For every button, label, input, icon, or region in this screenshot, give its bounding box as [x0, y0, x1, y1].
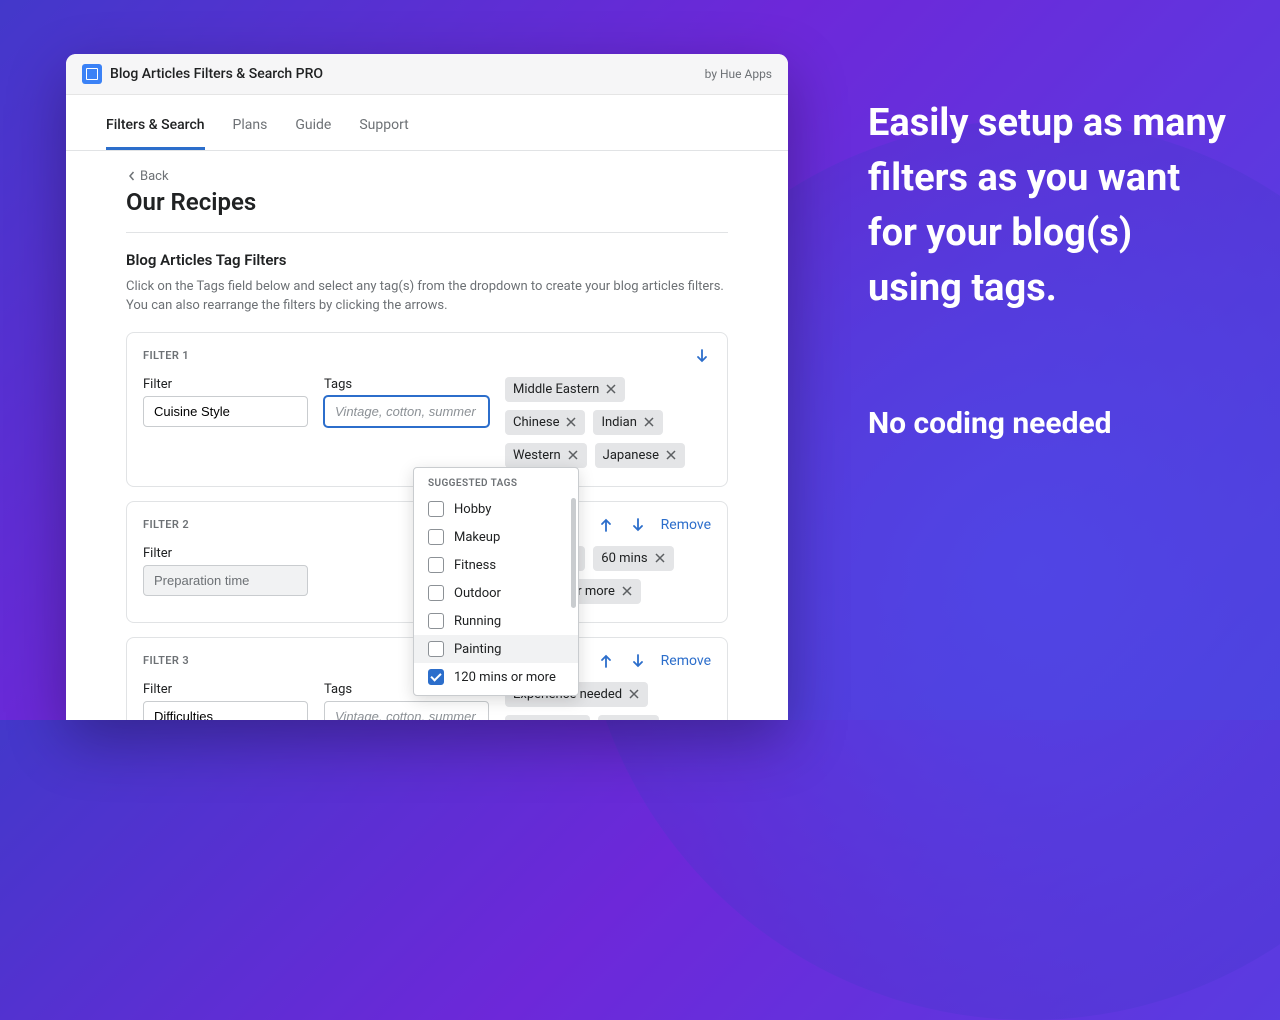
suggestion-item[interactable]: Running [414, 607, 578, 635]
close-icon[interactable] [628, 688, 640, 700]
filter-name-input[interactable] [143, 565, 308, 596]
tab-filters-search[interactable]: Filters & Search [106, 103, 205, 150]
arrow-up-icon [598, 653, 614, 669]
move-up-button[interactable] [597, 652, 615, 670]
app-author: by Hue Apps [705, 67, 772, 81]
suggestion-item[interactable]: Makeup [414, 523, 578, 551]
checkbox-icon [428, 529, 444, 545]
filter-card-label: FILTER 2 [143, 518, 189, 531]
filter-card-label: FILTER 3 [143, 654, 189, 667]
checkbox-checked-icon [428, 669, 444, 685]
tags-input[interactable] [324, 701, 489, 721]
tabs: Filters & Search Plans Guide Support [66, 103, 788, 151]
tag-chip: Chinese [505, 410, 585, 435]
suggestion-item[interactable]: 120 mins or more [414, 663, 578, 691]
tag-chip: Indian [593, 410, 662, 435]
move-down-button[interactable] [629, 516, 647, 534]
marketing-headline: Easily setup as many filters as you want… [868, 96, 1228, 316]
remove-filter-link[interactable]: Remove [661, 653, 711, 669]
checkbox-icon [428, 557, 444, 573]
tags-input[interactable] [324, 396, 489, 427]
close-icon[interactable] [567, 449, 579, 461]
close-icon[interactable] [621, 585, 633, 597]
move-down-button[interactable] [629, 652, 647, 670]
tab-plans[interactable]: Plans [233, 103, 268, 150]
filter-card-1: FILTER 1 Filter Tags Mi [126, 332, 728, 487]
filter-card-label: FILTER 1 [143, 349, 189, 362]
move-up-button[interactable] [597, 516, 615, 534]
section-desc: Click on the Tags field below and select… [126, 277, 728, 316]
remove-filter-link[interactable]: Remove [661, 517, 711, 533]
dropdown-heading: SUGGESTED TAGS [414, 468, 578, 495]
section-title: Blog Articles Tag Filters [126, 251, 728, 269]
filter-name-label: Filter [143, 546, 308, 561]
suggestion-item[interactable]: Painting [414, 635, 578, 663]
tag-chip: Beginner [505, 715, 590, 721]
suggestion-item[interactable]: Hobby [414, 495, 578, 523]
tab-guide[interactable]: Guide [295, 103, 331, 150]
tag-chip: Easy [598, 715, 659, 721]
tag-chip: Japanese [595, 443, 685, 468]
filter-name-label: Filter [143, 377, 308, 392]
close-icon[interactable] [665, 449, 677, 461]
tags-label: Tags [324, 377, 489, 392]
arrow-up-icon [598, 517, 614, 533]
tag-chip: Western [505, 443, 587, 468]
close-icon[interactable] [643, 416, 655, 428]
arrow-down-icon [694, 348, 710, 364]
checkbox-icon [428, 501, 444, 517]
suggested-tags-dropdown: SUGGESTED TAGS Hobby Makeup Fitness Outd… [413, 467, 579, 696]
suggestion-item[interactable]: Outdoor [414, 579, 578, 607]
marketing-copy: Easily setup as many filters as you want… [868, 96, 1228, 441]
app-logo-icon [82, 64, 102, 84]
close-icon[interactable] [654, 552, 666, 564]
tag-chip: 60 mins [593, 546, 673, 571]
suggestion-item[interactable]: Fitness [414, 551, 578, 579]
filter-name-input[interactable] [143, 396, 308, 427]
back-link[interactable]: Back [126, 169, 169, 184]
marketing-sub: No coding needed [868, 406, 1228, 441]
page-title: Our Recipes [126, 188, 728, 233]
checkbox-icon [428, 613, 444, 629]
app-header: Blog Articles Filters & Search PRO by Hu… [66, 54, 788, 95]
chevron-left-icon [126, 170, 138, 182]
move-down-button[interactable] [693, 347, 711, 365]
app-title: Blog Articles Filters & Search PRO [110, 66, 323, 82]
close-icon[interactable] [605, 383, 617, 395]
tab-support[interactable]: Support [359, 103, 408, 150]
checkbox-icon [428, 585, 444, 601]
close-icon[interactable] [565, 416, 577, 428]
filter-name-input[interactable] [143, 701, 308, 721]
filter-name-label: Filter [143, 682, 308, 697]
tag-chip: Middle Eastern [505, 377, 625, 402]
checkbox-icon [428, 641, 444, 657]
arrow-down-icon [630, 653, 646, 669]
scrollbar[interactable] [571, 498, 576, 608]
app-window: Blog Articles Filters & Search PRO by Hu… [66, 54, 788, 720]
tags-list: Middle Eastern Chinese Indian Western Ja… [505, 377, 711, 468]
arrow-down-icon [630, 517, 646, 533]
